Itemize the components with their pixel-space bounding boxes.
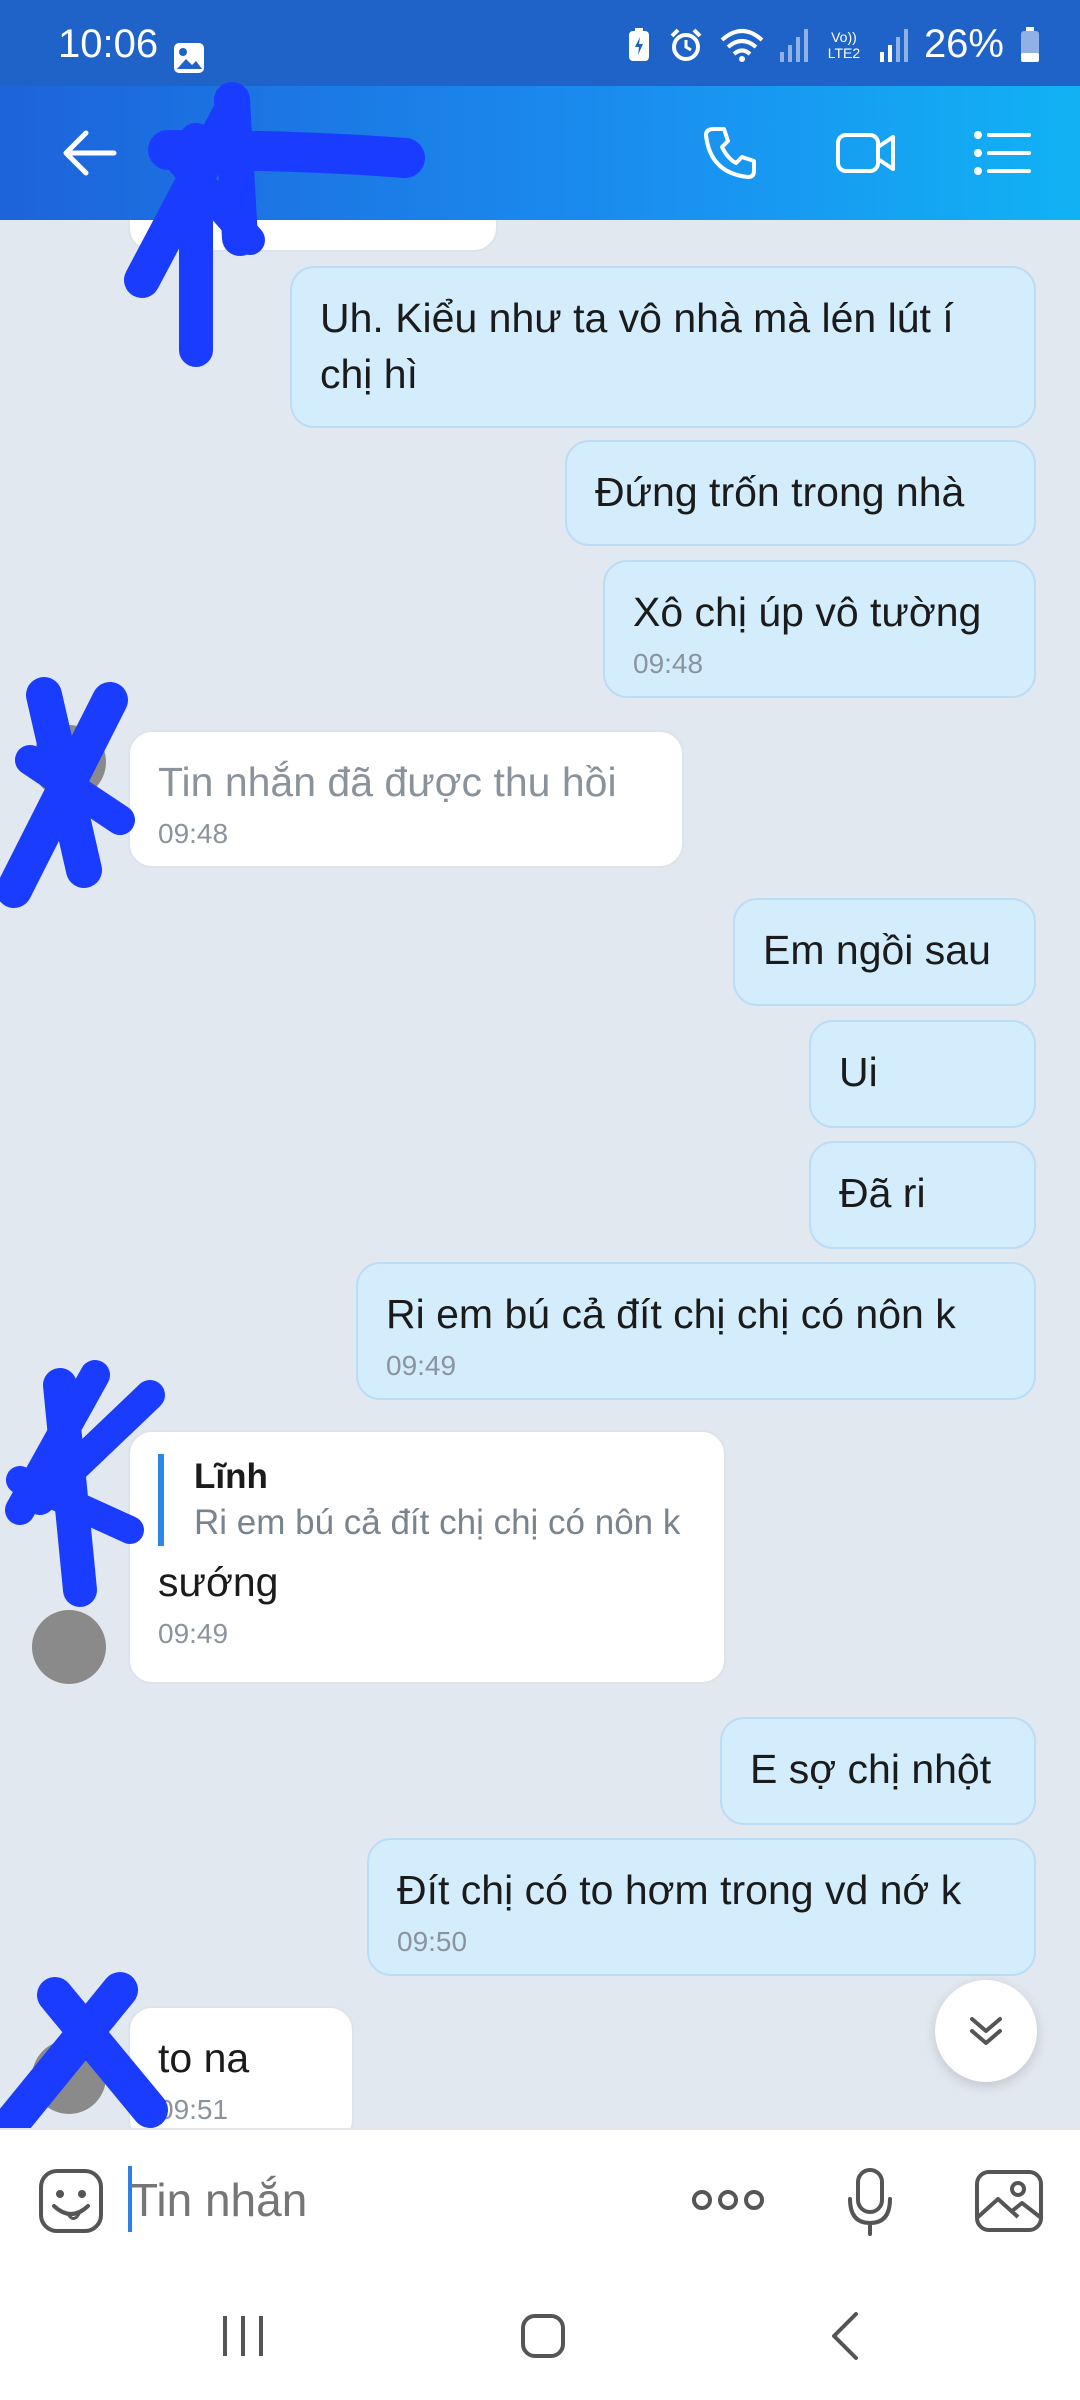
recent-apps-button[interactable] [218,2308,268,2364]
home-button[interactable] [518,2308,568,2364]
back-nav-button[interactable] [820,2308,870,2364]
redaction-scribbles [0,82,425,2128]
chevron-left-icon [832,2312,858,2360]
microphone-icon [848,2168,892,2236]
double-chevron-down-icon [970,2017,1002,2045]
more-options-button[interactable] [688,2170,768,2230]
emoji-button[interactable] [36,2166,106,2236]
home-icon [521,2314,565,2358]
message-input-bar [0,2128,1080,2270]
image-icon [975,2170,1043,2232]
send-image-button[interactable] [972,2166,1046,2236]
recent-apps-icon [223,2316,263,2356]
emoji-icon [39,2169,103,2233]
scroll-to-bottom-button[interactable] [935,1980,1037,2082]
more-dots-icon [692,2190,764,2210]
message-input[interactable] [130,2170,650,2230]
voice-record-button[interactable] [840,2164,900,2240]
system-navigation-bar [0,2268,1080,2400]
